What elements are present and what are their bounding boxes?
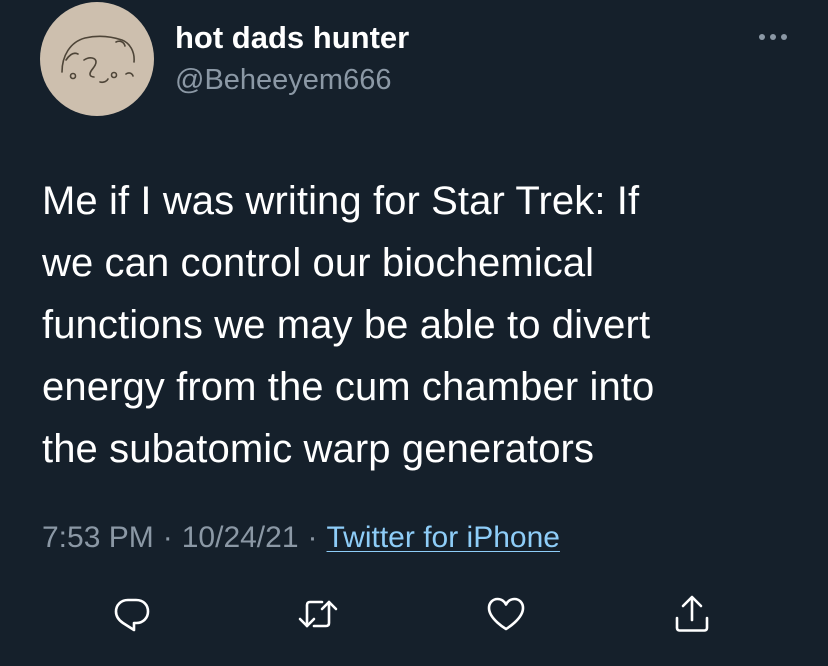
avatar[interactable] [40,2,154,116]
share-button[interactable] [670,592,714,636]
tweet-source-link[interactable]: Twitter for iPhone [327,521,560,554]
tweet-date[interactable]: 10/24/21 [182,521,299,554]
author-handle[interactable]: @Beheeyem666 [175,64,391,97]
reply-icon [114,598,150,632]
separator: · [162,521,173,554]
more-horizontal-icon [759,34,787,40]
retweet-icon [298,600,338,628]
reply-button[interactable] [110,592,154,636]
retweet-button[interactable] [296,592,340,636]
like-button[interactable] [484,592,528,636]
share-icon [675,595,709,632]
separator: · [307,521,318,554]
hand-drawn-face-avatar-icon [61,35,135,84]
tweet-metadata: 7:53 PM · 10/24/21 · Twitter for iPhone [42,521,560,555]
tweet-text: Me if I was writing for Star Trek: If we… [42,179,655,471]
author-display-name[interactable]: hot dads hunter [175,20,409,56]
heart-icon [487,597,525,631]
tweet-time[interactable]: 7:53 PM [42,521,154,554]
more-options-button[interactable] [756,22,790,52]
